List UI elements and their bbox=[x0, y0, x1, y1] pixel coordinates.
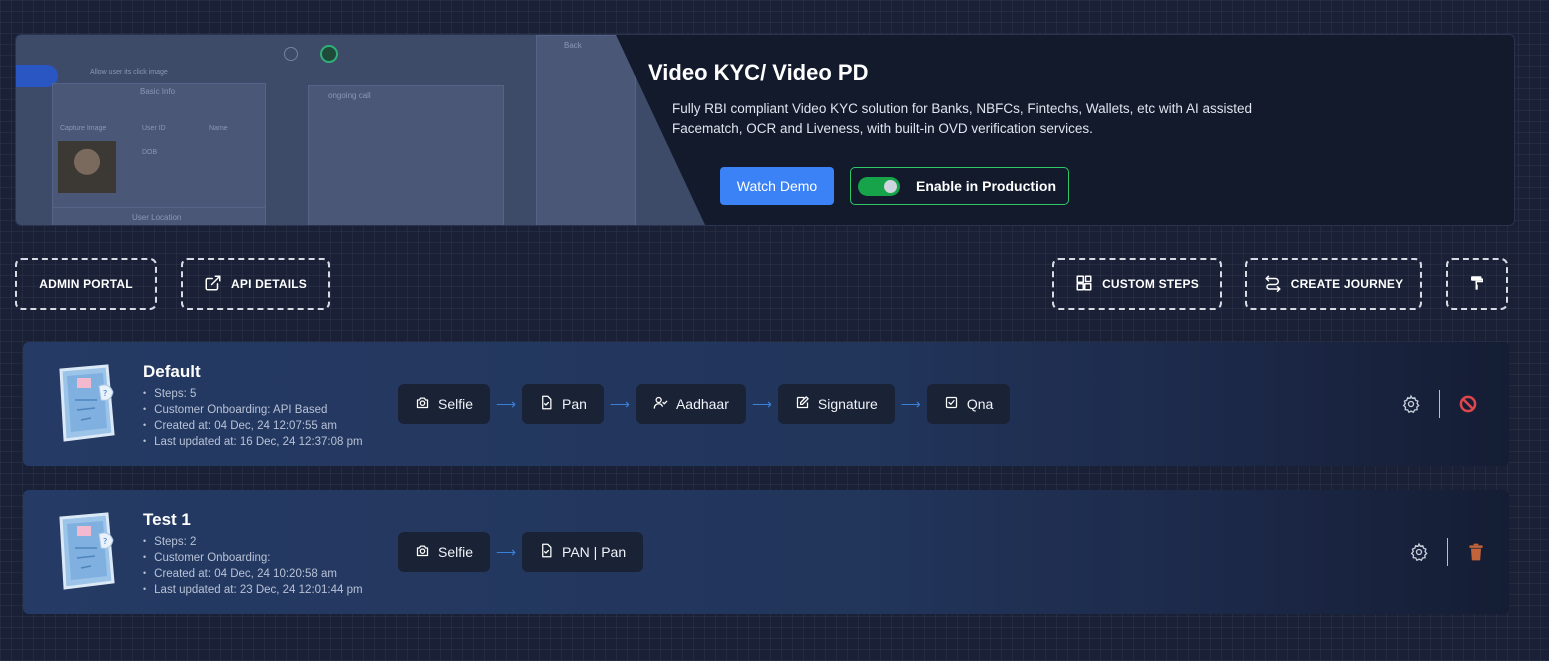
file-check-icon bbox=[539, 543, 554, 561]
journey-updated: Last updated at: 16 Dec, 24 12:37:08 pm bbox=[143, 434, 362, 450]
step-label: PAN | Pan bbox=[562, 544, 627, 560]
checkbox-icon bbox=[944, 395, 959, 413]
preview-name-label: Name bbox=[209, 125, 228, 132]
preview-basic-info-label: Basic Info bbox=[140, 87, 176, 96]
step-label: Qna bbox=[966, 396, 994, 412]
journey-onboarding: Customer Onboarding: API Based bbox=[143, 402, 363, 418]
journey-meta-list: Steps: 2 Customer Onboarding: Created at… bbox=[143, 534, 363, 598]
flow-arrow-icon: ⟶ bbox=[495, 543, 517, 560]
settings-gear-icon[interactable] bbox=[1401, 394, 1421, 414]
journey-document-icon: ? bbox=[51, 364, 123, 444]
journey-steps-count: Steps: 2 bbox=[143, 534, 363, 550]
flow-arrow-icon: ⟶ bbox=[751, 395, 772, 412]
create-journey-button[interactable]: CREATE JOURNEY bbox=[1245, 258, 1422, 310]
theme-paint-button[interactable] bbox=[1446, 258, 1508, 310]
journey-name: Default bbox=[143, 362, 201, 381]
product-hero-banner: Allow user its click image Basic Info Ca… bbox=[15, 34, 1515, 226]
camera-icon bbox=[415, 395, 430, 413]
file-check-icon bbox=[539, 395, 554, 413]
create-journey-label: CREATE JOURNEY bbox=[1290, 277, 1404, 291]
step-aadhaar[interactable]: Aadhaar bbox=[635, 384, 746, 424]
step-signature[interactable]: Signature bbox=[777, 384, 895, 424]
journey-steps-flow: Selfie ⟶ Pan ⟶ Aadhaar ⟶ Signature ⟶ Qna bbox=[398, 384, 1011, 424]
step-selfie[interactable]: Selfie bbox=[398, 384, 491, 424]
edit-icon bbox=[795, 395, 810, 413]
journey-created: Created at: 04 Dec, 24 12:07:55 am bbox=[143, 418, 363, 434]
enable-production-toggle[interactable]: Enable in Production bbox=[850, 167, 1069, 205]
watch-demo-button[interactable]: Watch Demo bbox=[720, 167, 834, 205]
journey-onboarding: Customer Onboarding: bbox=[143, 550, 363, 566]
journey-card-default[interactable]: ? Default Steps: 5 Customer Onboarding: … bbox=[23, 342, 1509, 466]
preview-location-label: User Location bbox=[132, 213, 182, 222]
api-details-button[interactable]: API DETAILS bbox=[181, 258, 330, 310]
paint-roller-icon bbox=[1468, 274, 1486, 295]
product-title: Video KYC/ Video PD bbox=[648, 60, 869, 85]
journey-card-test-1[interactable]: ? Test 1 Steps: 2 Customer Onboarding: C… bbox=[23, 490, 1509, 614]
journey-document-icon: ? bbox=[51, 512, 123, 592]
journey-actions bbox=[1409, 490, 1486, 614]
preview-face-photo bbox=[58, 141, 116, 193]
step-qna[interactable]: Qna bbox=[926, 384, 1011, 424]
product-description: Fully RBI compliant Video KYC solution f… bbox=[672, 101, 1252, 136]
svg-text:?: ? bbox=[103, 389, 107, 398]
preview-back-label: Back bbox=[564, 41, 582, 50]
journey-info: Default Steps: 5 Customer Onboarding: AP… bbox=[143, 362, 363, 450]
admin-portal-label: ADMIN PORTAL bbox=[39, 277, 133, 291]
step-label: Selfie bbox=[438, 544, 474, 560]
journey-steps-flow: Selfie ⟶ PAN | Pan bbox=[398, 532, 644, 572]
actions-divider bbox=[1447, 538, 1448, 566]
trash-icon[interactable] bbox=[1466, 542, 1486, 562]
preview-capture-label: Capture Image bbox=[60, 125, 107, 132]
preview-side-panel bbox=[536, 35, 636, 225]
flow-arrow-icon: ⟶ bbox=[900, 395, 921, 412]
flow-arrow-icon: ⟶ bbox=[609, 395, 630, 412]
switch-knob bbox=[884, 179, 897, 193]
block-icon[interactable] bbox=[1458, 394, 1478, 414]
actions-divider bbox=[1439, 390, 1440, 418]
api-details-label: API DETAILS bbox=[231, 277, 307, 291]
route-icon bbox=[1264, 274, 1282, 295]
preview-dob-label: DOB bbox=[142, 149, 158, 156]
preview-call-panel bbox=[308, 85, 504, 225]
step-label: Signature bbox=[817, 396, 878, 412]
preview-step-circle bbox=[284, 47, 298, 61]
step-label: Aadhaar bbox=[675, 396, 729, 412]
custom-steps-button[interactable]: CUSTOM STEPS bbox=[1052, 258, 1222, 310]
svg-text:?: ? bbox=[103, 537, 107, 546]
journey-updated: Last updated at: 23 Dec, 24 12:01:44 pm bbox=[143, 582, 362, 598]
journey-info: Test 1 Steps: 2 Customer Onboarding: Cre… bbox=[143, 510, 363, 598]
journey-meta-list: Steps: 5 Customer Onboarding: API Based … bbox=[143, 386, 363, 450]
admin-portal-button[interactable]: ADMIN PORTAL bbox=[15, 258, 157, 310]
journey-steps-count: Steps: 5 bbox=[143, 386, 363, 402]
step-pan[interactable]: PAN | Pan bbox=[522, 532, 644, 572]
step-label: Selfie bbox=[438, 396, 474, 412]
external-link-icon bbox=[204, 274, 222, 295]
flow-arrow-icon: ⟶ bbox=[495, 395, 517, 412]
preview-allow-text: Allow user its click image bbox=[90, 69, 168, 76]
journey-actions bbox=[1401, 342, 1478, 466]
hero-content: Video KYC/ Video PD Fully RBI compliant … bbox=[648, 35, 1514, 225]
product-preview-image: Allow user its click image Basic Info Ca… bbox=[16, 35, 706, 225]
journey-created: Created at: 04 Dec, 24 10:20:58 am bbox=[143, 566, 363, 582]
step-label: Pan bbox=[562, 396, 587, 412]
step-pan[interactable]: Pan bbox=[522, 384, 604, 424]
journey-name: Test 1 bbox=[143, 510, 191, 529]
production-toggle-label: Enable in Production bbox=[916, 178, 1057, 194]
preview-ongoing-call: ongoing call bbox=[328, 91, 371, 100]
step-selfie[interactable]: Selfie bbox=[398, 532, 491, 572]
preview-active-circle bbox=[320, 45, 338, 63]
production-switch[interactable] bbox=[858, 176, 900, 196]
blocks-icon bbox=[1075, 274, 1093, 295]
settings-gear-icon[interactable] bbox=[1409, 542, 1429, 562]
user-check-icon bbox=[653, 395, 668, 413]
preview-user-id-label: User ID bbox=[142, 125, 166, 132]
custom-steps-label: CUSTOM STEPS bbox=[1102, 277, 1199, 291]
camera-icon bbox=[415, 543, 430, 561]
